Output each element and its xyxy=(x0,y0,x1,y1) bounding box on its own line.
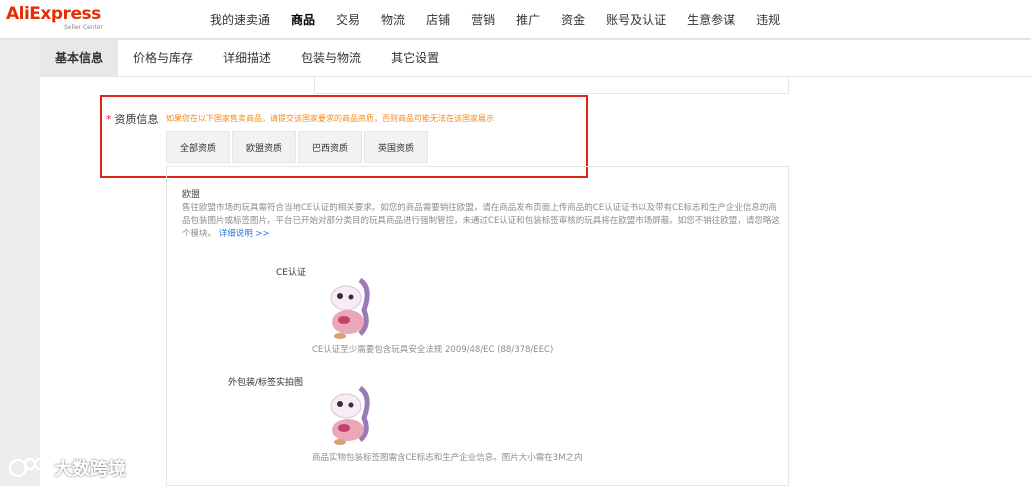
nav-item-funds[interactable]: 资金 xyxy=(561,11,585,28)
package-photo-image[interactable] xyxy=(320,380,380,448)
main-nav: 我的速卖通 商品 交易 物流 店铺 营销 推广 资金 账号及认证 生意参谋 违规 xyxy=(210,0,801,38)
region-tab-uk[interactable]: 英国资质 xyxy=(364,131,428,163)
toy-image-icon xyxy=(330,385,370,445)
watermark: 大数跨境 xyxy=(8,455,126,481)
nav-item-account[interactable]: 账号及认证 xyxy=(606,11,666,28)
toy-image-icon xyxy=(330,277,370,339)
region-tab-all[interactable]: 全部资质 xyxy=(166,131,230,163)
nav-item-store[interactable]: 店铺 xyxy=(426,11,450,28)
previous-field-box xyxy=(314,77,789,94)
tab-price-stock[interactable]: 价格与库存 xyxy=(118,40,208,76)
nav-item-violations[interactable]: 违规 xyxy=(756,11,780,28)
tab-basic-info[interactable]: 基本信息 xyxy=(40,40,119,76)
ce-cert-label: CE认证 xyxy=(276,268,306,278)
tab-description[interactable]: 详细描述 xyxy=(208,40,286,76)
watermark-logo-icon xyxy=(8,457,47,478)
required-mark: * xyxy=(106,113,112,126)
nav-item-logistics[interactable]: 物流 xyxy=(381,11,405,28)
region-description-text: 售往欧盟市场的玩具需符合当地CE认证的相关要求。如您的商品需要销往欧盟，请在商品… xyxy=(182,203,780,239)
nav-item-products[interactable]: 商品 xyxy=(291,11,315,28)
nav-item-promotion[interactable]: 推广 xyxy=(516,11,540,28)
qualification-label: * 资质信息 xyxy=(106,111,159,127)
region-tab-eu[interactable]: 欧盟资质 xyxy=(232,131,296,163)
qualification-hint: 如果您在以下国家售卖商品，请提交该国家要求的商品资质，否则商品可能无法在该国家展… xyxy=(166,114,494,123)
ce-cert-caption: CE认证至少需要包含玩具安全法规 2009/48/EC (88/378/EEC) xyxy=(312,345,554,355)
tab-packaging-logistics[interactable]: 包装与物流 xyxy=(286,40,376,76)
region-title: 欧盟 xyxy=(182,190,201,200)
aliexpress-logo[interactable]: AliExpress Seller Center xyxy=(6,4,103,31)
top-bar: AliExpress Seller Center 我的速卖通 商品 交易 物流 … xyxy=(0,0,1031,38)
detail-link[interactable]: 详细说明 >> xyxy=(219,229,270,239)
nav-item-business-advisor[interactable]: 生意参谋 xyxy=(687,11,735,28)
nav-item-my-aliexpress[interactable]: 我的速卖通 xyxy=(210,11,270,28)
qualification-region-tabs: 全部资质 欧盟资质 巴西资质 英国资质 xyxy=(166,131,430,163)
brand-name: AliExpress xyxy=(6,4,101,24)
product-edit-tabs: 基本信息 价格与库存 详细描述 包装与物流 其它设置 xyxy=(40,40,1031,77)
watermark-text: 大数跨境 xyxy=(54,459,126,480)
qualification-label-text: 资质信息 xyxy=(114,113,159,126)
nav-item-marketing[interactable]: 营销 xyxy=(471,11,495,28)
brand-subtitle: Seller Center xyxy=(64,24,104,31)
region-tab-brazil[interactable]: 巴西资质 xyxy=(298,131,362,163)
package-photo-caption: 商品实物包装标签图需含CE标志和生产企业信息。图片大小需在3M之内 xyxy=(312,453,583,463)
tab-other-settings[interactable]: 其它设置 xyxy=(376,40,454,76)
ce-cert-image[interactable] xyxy=(320,270,380,342)
region-description: 售往欧盟市场的玩具需符合当地CE认证的相关要求。如您的商品需要销往欧盟，请在商品… xyxy=(182,202,782,241)
package-photo-label: 外包装/标签实拍图 xyxy=(228,378,304,388)
nav-item-orders[interactable]: 交易 xyxy=(336,11,360,28)
